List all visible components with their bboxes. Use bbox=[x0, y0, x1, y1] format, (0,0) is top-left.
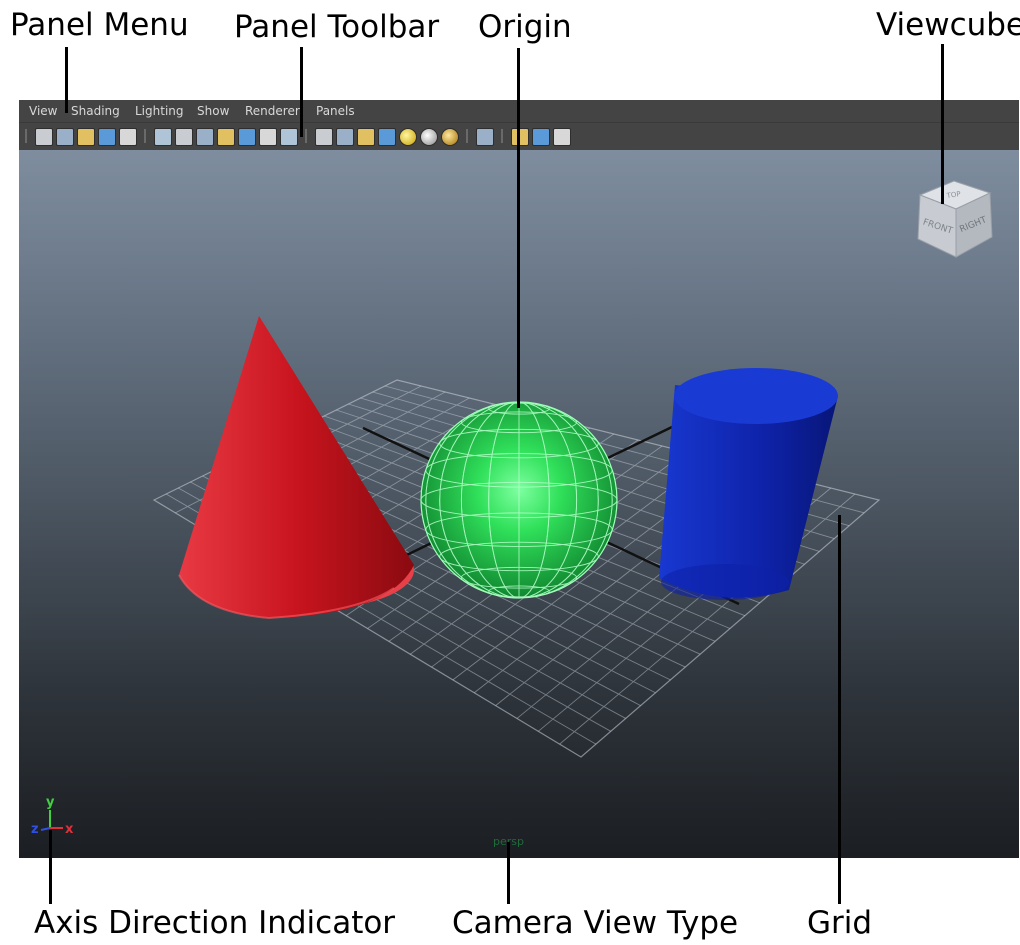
axis-direction-indicator: y x z bbox=[31, 795, 74, 836]
shadows-icon[interactable] bbox=[441, 128, 459, 146]
panel-toolbar-leader bbox=[300, 47, 303, 137]
xray-components-icon[interactable] bbox=[553, 128, 571, 146]
camera-view-type-leader bbox=[507, 842, 510, 904]
toolbar-separator bbox=[25, 129, 27, 143]
xray-icon[interactable] bbox=[511, 128, 529, 146]
xray-joints-icon[interactable] bbox=[532, 128, 550, 146]
toolbar-separator bbox=[144, 129, 146, 143]
toolbar-separator bbox=[501, 129, 503, 143]
resolution-gate-icon[interactable] bbox=[196, 128, 214, 146]
origin-callout: Origin bbox=[478, 9, 572, 45]
axis-indicator-callout: Axis Direction Indicator bbox=[34, 905, 396, 941]
gate-mask-icon[interactable] bbox=[217, 128, 235, 146]
grid-toggle-icon[interactable] bbox=[154, 128, 172, 146]
viewcube[interactable]: TOP FRONT RIGHT bbox=[914, 175, 996, 263]
origin-leader bbox=[517, 48, 520, 408]
viewcube-callout: Viewcube bbox=[876, 7, 1020, 43]
image-plane-icon[interactable] bbox=[98, 128, 116, 146]
smooth-shade-icon[interactable] bbox=[336, 128, 354, 146]
axis-z-label: z bbox=[31, 822, 39, 836]
menu-lighting[interactable]: Lighting bbox=[135, 104, 184, 118]
textured-icon[interactable] bbox=[378, 128, 396, 146]
grid-leader bbox=[838, 515, 841, 904]
wireframe-icon[interactable] bbox=[315, 128, 333, 146]
toolbar-separator bbox=[305, 129, 307, 143]
toolbar-separator bbox=[466, 129, 468, 143]
cylinder-object[interactable] bbox=[659, 368, 838, 600]
viewcube-leader bbox=[941, 44, 944, 204]
menu-shading[interactable]: Shading bbox=[71, 104, 120, 118]
panel-menu-leader bbox=[65, 47, 68, 113]
menu-panels[interactable]: Panels bbox=[316, 104, 355, 118]
camera-view-type-callout: Camera View Type bbox=[452, 905, 739, 941]
default-lighting-icon[interactable] bbox=[399, 128, 417, 146]
menu-renderer[interactable]: Renderer bbox=[245, 104, 300, 118]
grid-callout: Grid bbox=[807, 905, 873, 941]
camera-attributes-icon[interactable] bbox=[56, 128, 74, 146]
menu-show[interactable]: Show bbox=[197, 104, 229, 118]
axis-y-label: y bbox=[46, 795, 55, 810]
panel-menu-callout: Panel Menu bbox=[10, 7, 189, 43]
field-chart-icon[interactable] bbox=[238, 128, 256, 146]
axis-x-label: x bbox=[65, 822, 74, 836]
menu-view[interactable]: View bbox=[29, 104, 57, 118]
panel-toolbar-callout: Panel Toolbar bbox=[234, 9, 440, 45]
wireframe-on-shaded-icon[interactable] bbox=[357, 128, 375, 146]
sphere-object[interactable] bbox=[420, 401, 618, 599]
isolate-select-icon[interactable] bbox=[476, 128, 494, 146]
safe-title-icon[interactable] bbox=[280, 128, 298, 146]
film-gate-icon[interactable] bbox=[175, 128, 193, 146]
select-camera-icon[interactable] bbox=[35, 128, 53, 146]
axis-indicator-leader bbox=[49, 830, 52, 904]
safe-action-icon[interactable] bbox=[259, 128, 277, 146]
bookmarks-icon[interactable] bbox=[77, 128, 95, 146]
all-lights-icon[interactable] bbox=[420, 128, 438, 146]
2d-pan-zoom-icon[interactable] bbox=[119, 128, 137, 146]
cone-object[interactable] bbox=[178, 316, 414, 620]
